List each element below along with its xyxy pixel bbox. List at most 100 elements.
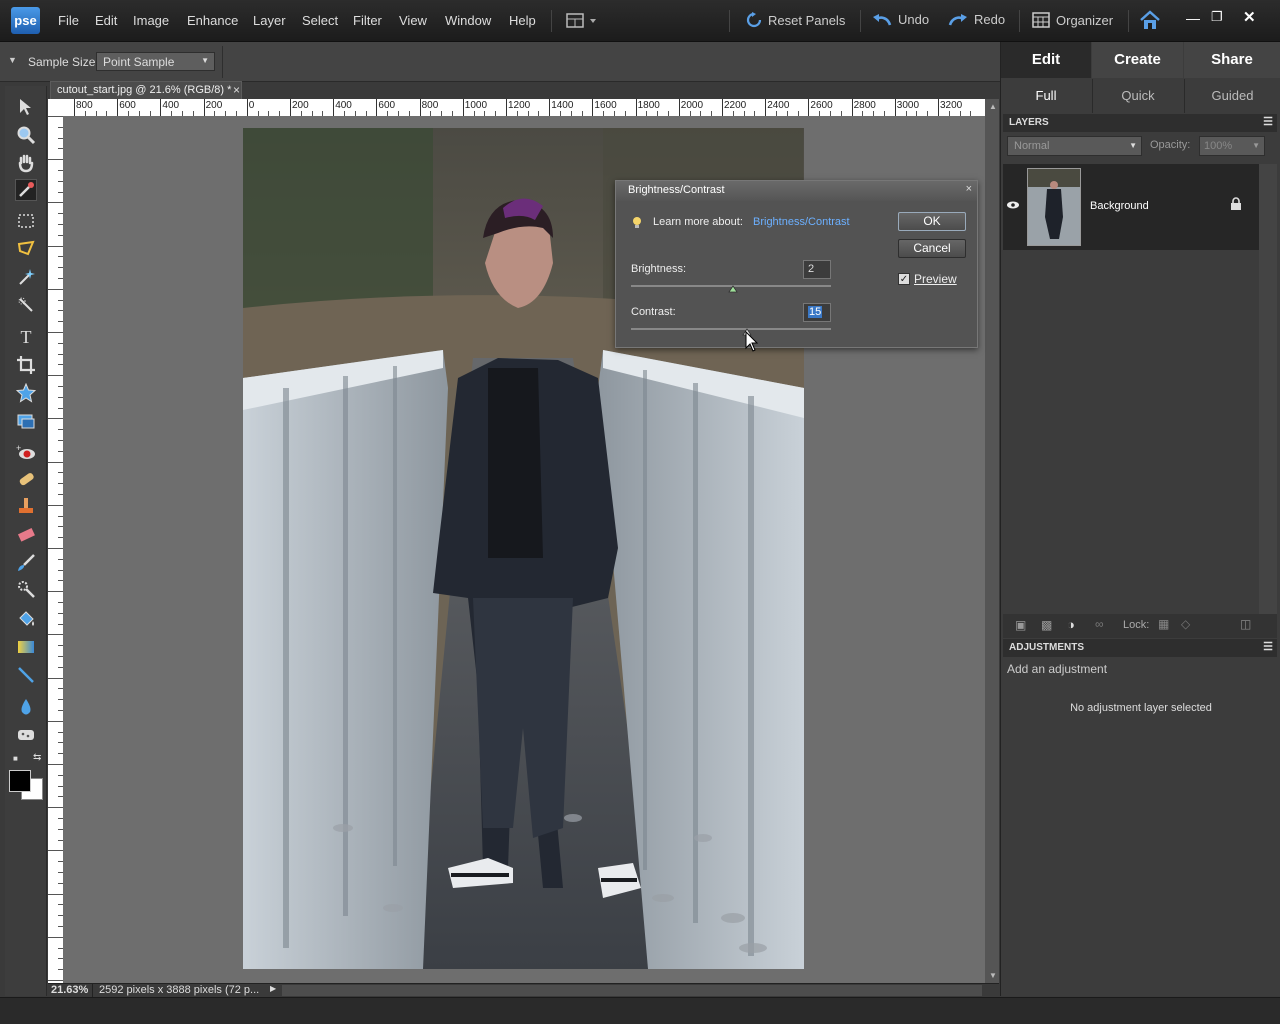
layers-scrollbar[interactable] <box>1259 164 1277 614</box>
brightness-input[interactable]: 2 <box>803 260 831 279</box>
options-menu-arrow-icon[interactable]: ▼ <box>8 55 17 65</box>
reset-panels-button[interactable]: Reset Panels <box>746 12 845 28</box>
eye-icon[interactable] <box>1006 200 1020 210</box>
learn-more-link[interactable]: Brightness/Contrast <box>753 216 850 228</box>
recompose-tool-icon[interactable] <box>15 410 37 432</box>
ruler-label: 1800 <box>637 100 660 111</box>
eyedropper-tool-icon[interactable] <box>15 179 37 201</box>
red-eye-tool-icon[interactable]: + <box>15 442 37 464</box>
link-icon[interactable]: ∞ <box>1095 617 1104 631</box>
lock-all-icon[interactable]: ◇ <box>1181 617 1190 631</box>
undo-button[interactable]: Undo <box>872 12 929 27</box>
panel-menu-icon[interactable]: ☰ <box>1263 115 1273 128</box>
blend-mode-select[interactable]: Normal ▼ <box>1007 136 1142 156</box>
vertical-scrollbar[interactable]: ▲ ▼ <box>985 99 999 983</box>
quick-selection-tool-icon[interactable] <box>15 294 37 316</box>
restore-icon[interactable]: ❐ <box>1211 9 1223 25</box>
magic-wand-tool-icon[interactable] <box>15 266 37 288</box>
contrast-label: Contrast: <box>631 306 676 318</box>
sponge-tool-icon[interactable] <box>15 724 37 746</box>
move-tool-icon[interactable] <box>15 96 37 118</box>
foreground-color-swatch[interactable] <box>9 770 31 792</box>
status-menu-arrow-icon[interactable]: ▶ <box>270 984 276 993</box>
dialog-close-icon[interactable]: × <box>966 183 972 195</box>
scroll-down-icon[interactable]: ▼ <box>989 971 997 980</box>
ruler-tick <box>246 99 248 116</box>
home-icon[interactable] <box>1139 10 1161 33</box>
clone-stamp-tool-icon[interactable] <box>15 494 37 516</box>
tab-edit[interactable]: Edit <box>1001 42 1091 78</box>
ruler-tick <box>808 99 810 116</box>
swap-colors-icon[interactable]: ⇆ <box>33 752 41 763</box>
close-tab-icon[interactable]: × <box>233 83 247 97</box>
preview-label[interactable]: Preview <box>914 272 957 286</box>
zoom-level[interactable]: 21.63% <box>51 984 88 996</box>
scroll-up-icon[interactable]: ▲ <box>989 102 997 111</box>
contrast-input[interactable]: 15 <box>803 303 831 322</box>
spot-healing-tool-icon[interactable] <box>15 468 37 490</box>
minimize-icon[interactable]: — <box>1186 10 1200 26</box>
gradient-tool-icon[interactable] <box>15 636 37 658</box>
vertical-ruler <box>48 116 63 983</box>
zoom-tool-icon[interactable] <box>15 124 37 146</box>
lock-icon <box>1231 197 1241 210</box>
cookie-cutter-tool-icon[interactable] <box>15 382 37 404</box>
add-adjustment-label: Add an adjustment <box>1007 662 1108 676</box>
line-tool-icon[interactable] <box>15 664 37 686</box>
redo-button[interactable]: Redo <box>948 12 1005 27</box>
menu-edit[interactable]: Edit <box>95 13 117 28</box>
adjustment-layer-icon[interactable]: ◑ <box>1067 617 1075 632</box>
new-group-icon[interactable]: ▩ <box>1041 618 1052 632</box>
hand-tool-icon[interactable] <box>15 152 37 174</box>
workspace-layout-icon[interactable] <box>566 13 598 29</box>
type-tool-icon[interactable]: T <box>15 326 37 348</box>
ruler-tick <box>376 99 378 116</box>
close-icon[interactable]: ✕ <box>1243 8 1256 26</box>
menu-view[interactable]: View <box>399 13 427 28</box>
brightness-slider-handle[interactable] <box>728 285 738 293</box>
menu-layer[interactable]: Layer <box>253 13 286 28</box>
contrast-slider-track[interactable] <box>631 328 831 330</box>
document-tab[interactable]: cutout_start.jpg @ 21.6% (RGB/8) * × <box>50 81 242 99</box>
brush-tool-icon[interactable] <box>15 552 37 574</box>
tab-create[interactable]: Create <box>1092 42 1183 78</box>
new-layer-icon[interactable]: ▣ <box>1015 618 1026 632</box>
layer-row-background[interactable]: Background <box>1003 164 1259 250</box>
trash-icon[interactable]: ◫ <box>1240 617 1251 631</box>
subtab-quick[interactable]: Quick <box>1092 79 1183 113</box>
ok-button[interactable]: OK <box>898 212 966 231</box>
lasso-tool-icon[interactable] <box>15 238 37 260</box>
smart-brush-tool-icon[interactable] <box>15 578 37 600</box>
layers-panel-header: LAYERS ☰ <box>1003 114 1277 132</box>
menu-select[interactable]: Select <box>302 13 338 28</box>
layer-name: Background <box>1090 200 1149 212</box>
cancel-button[interactable]: Cancel <box>898 239 966 258</box>
ruler-label: 2200 <box>724 100 747 111</box>
tab-share[interactable]: Share <box>1184 42 1280 78</box>
menu-image[interactable]: Image <box>133 13 169 28</box>
organizer-button[interactable]: Organizer <box>1032 12 1113 28</box>
menu-enhance[interactable]: Enhance <box>187 13 238 28</box>
subtab-guided[interactable]: Guided <box>1184 79 1280 113</box>
menu-filter[interactable]: Filter <box>353 13 382 28</box>
opacity-input[interactable]: 100% ▼ <box>1199 136 1265 156</box>
ruler-label: 0 <box>248 100 255 111</box>
blur-tool-icon[interactable] <box>15 696 37 718</box>
sample-size-select[interactable]: Point Sample ▼ <box>96 52 215 71</box>
lock-label: Lock: <box>1123 619 1150 631</box>
lock-transparency-icon[interactable]: ▦ <box>1158 617 1169 631</box>
crop-tool-icon[interactable] <box>15 354 37 376</box>
eraser-tool-icon[interactable] <box>15 524 37 546</box>
menu-file[interactable]: File <box>58 13 79 28</box>
menu-window[interactable]: Window <box>445 13 491 28</box>
subtab-full[interactable]: Full <box>1001 79 1091 113</box>
paint-bucket-tool-icon[interactable] <box>15 608 37 630</box>
ruler-label: 600 <box>119 100 136 111</box>
preview-checkbox[interactable]: ✓ <box>898 273 910 285</box>
layers-toolbar: ▣ ▩ ◑ ∞ Lock: ▦ ◇ ◫ <box>1003 614 1277 638</box>
menu-help[interactable]: Help <box>509 13 536 28</box>
panel-menu-icon[interactable]: ☰ <box>1263 640 1273 653</box>
default-colors-icon[interactable]: ■ <box>13 754 18 763</box>
horizontal-scrollbar[interactable] <box>282 985 982 996</box>
marquee-tool-icon[interactable] <box>15 210 37 232</box>
